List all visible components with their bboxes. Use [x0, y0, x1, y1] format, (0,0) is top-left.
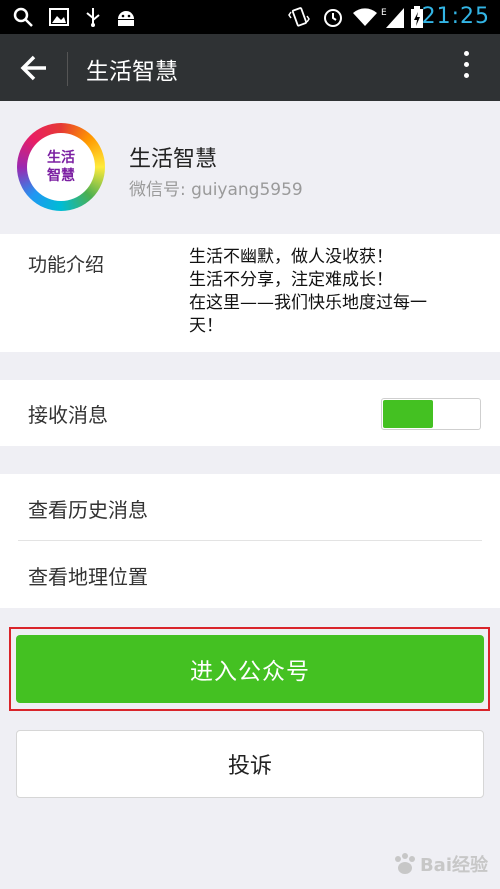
profile-header: 生活 智慧 生活智慧 微信号: guiyang5959 — [0, 101, 500, 234]
intro-line: 生活不幽默，做人没收获！ — [189, 247, 393, 267]
vibrate-icon — [288, 7, 310, 27]
divider — [18, 540, 482, 541]
action-bar: 生活智慧 — [0, 34, 500, 101]
alarm-icon — [324, 9, 342, 27]
view-location[interactable]: 查看地理位置 — [28, 561, 148, 590]
receive-messages-row: 接收消息 — [0, 380, 500, 446]
android-icon — [118, 11, 134, 26]
avatar: 生活 智慧 — [17, 123, 105, 211]
function-intro-text: 生活不幽默，做人没收获！ 生活不分享，注定难成长！ 在这里——我们快乐地度过每一… — [189, 246, 469, 338]
intro-line: 天！ — [189, 316, 223, 336]
toggle-on-indicator — [383, 400, 433, 428]
receive-messages-label: 接收消息 — [28, 403, 108, 427]
intro-line: 在这里——我们快乐地度过每一 — [189, 293, 427, 313]
usb-icon — [86, 8, 100, 27]
receive-messages-toggle[interactable] — [381, 398, 481, 430]
avatar-text-line2: 智慧 — [47, 168, 75, 184]
paw-icon — [394, 853, 415, 874]
clock: 21:25 — [421, 4, 490, 29]
watermark-text: Bai经验 — [419, 855, 488, 876]
function-intro-section: 功能介绍 生活不幽默，做人没收获！ 生活不分享，注定难成长！ 在这里——我们快乐… — [0, 234, 500, 352]
back-arrow-icon[interactable] — [18, 52, 50, 84]
account-name: 生活智慧 — [129, 147, 218, 172]
page-title: 生活智慧 — [86, 59, 178, 85]
intro-line: 生活不分享，注定难成长！ — [189, 270, 393, 290]
search-icon — [13, 7, 33, 27]
complain-button[interactable]: 投诉 — [16, 730, 484, 798]
function-intro-label: 功能介绍 — [28, 254, 105, 276]
avatar-text-line1: 生活 — [47, 150, 75, 166]
svg-text:E: E — [381, 8, 387, 18]
wifi-icon — [353, 8, 377, 26]
action-bar-divider — [67, 52, 68, 86]
enter-official-account-button[interactable]: 进入公众号 — [16, 635, 484, 703]
view-history-messages[interactable]: 查看历史消息 — [28, 494, 148, 523]
links-section: 查看历史消息 查看地理位置 — [0, 474, 500, 608]
more-options-icon[interactable] — [462, 51, 470, 85]
baidu-watermark: Bai经验 — [390, 851, 488, 877]
avatar-logo: 生活 智慧 — [27, 133, 95, 201]
status-bar: E 21:25 — [0, 0, 500, 34]
signal-icon: E — [381, 8, 404, 28]
wechat-id: 微信号: guiyang5959 — [129, 180, 303, 200]
image-icon — [49, 8, 69, 26]
